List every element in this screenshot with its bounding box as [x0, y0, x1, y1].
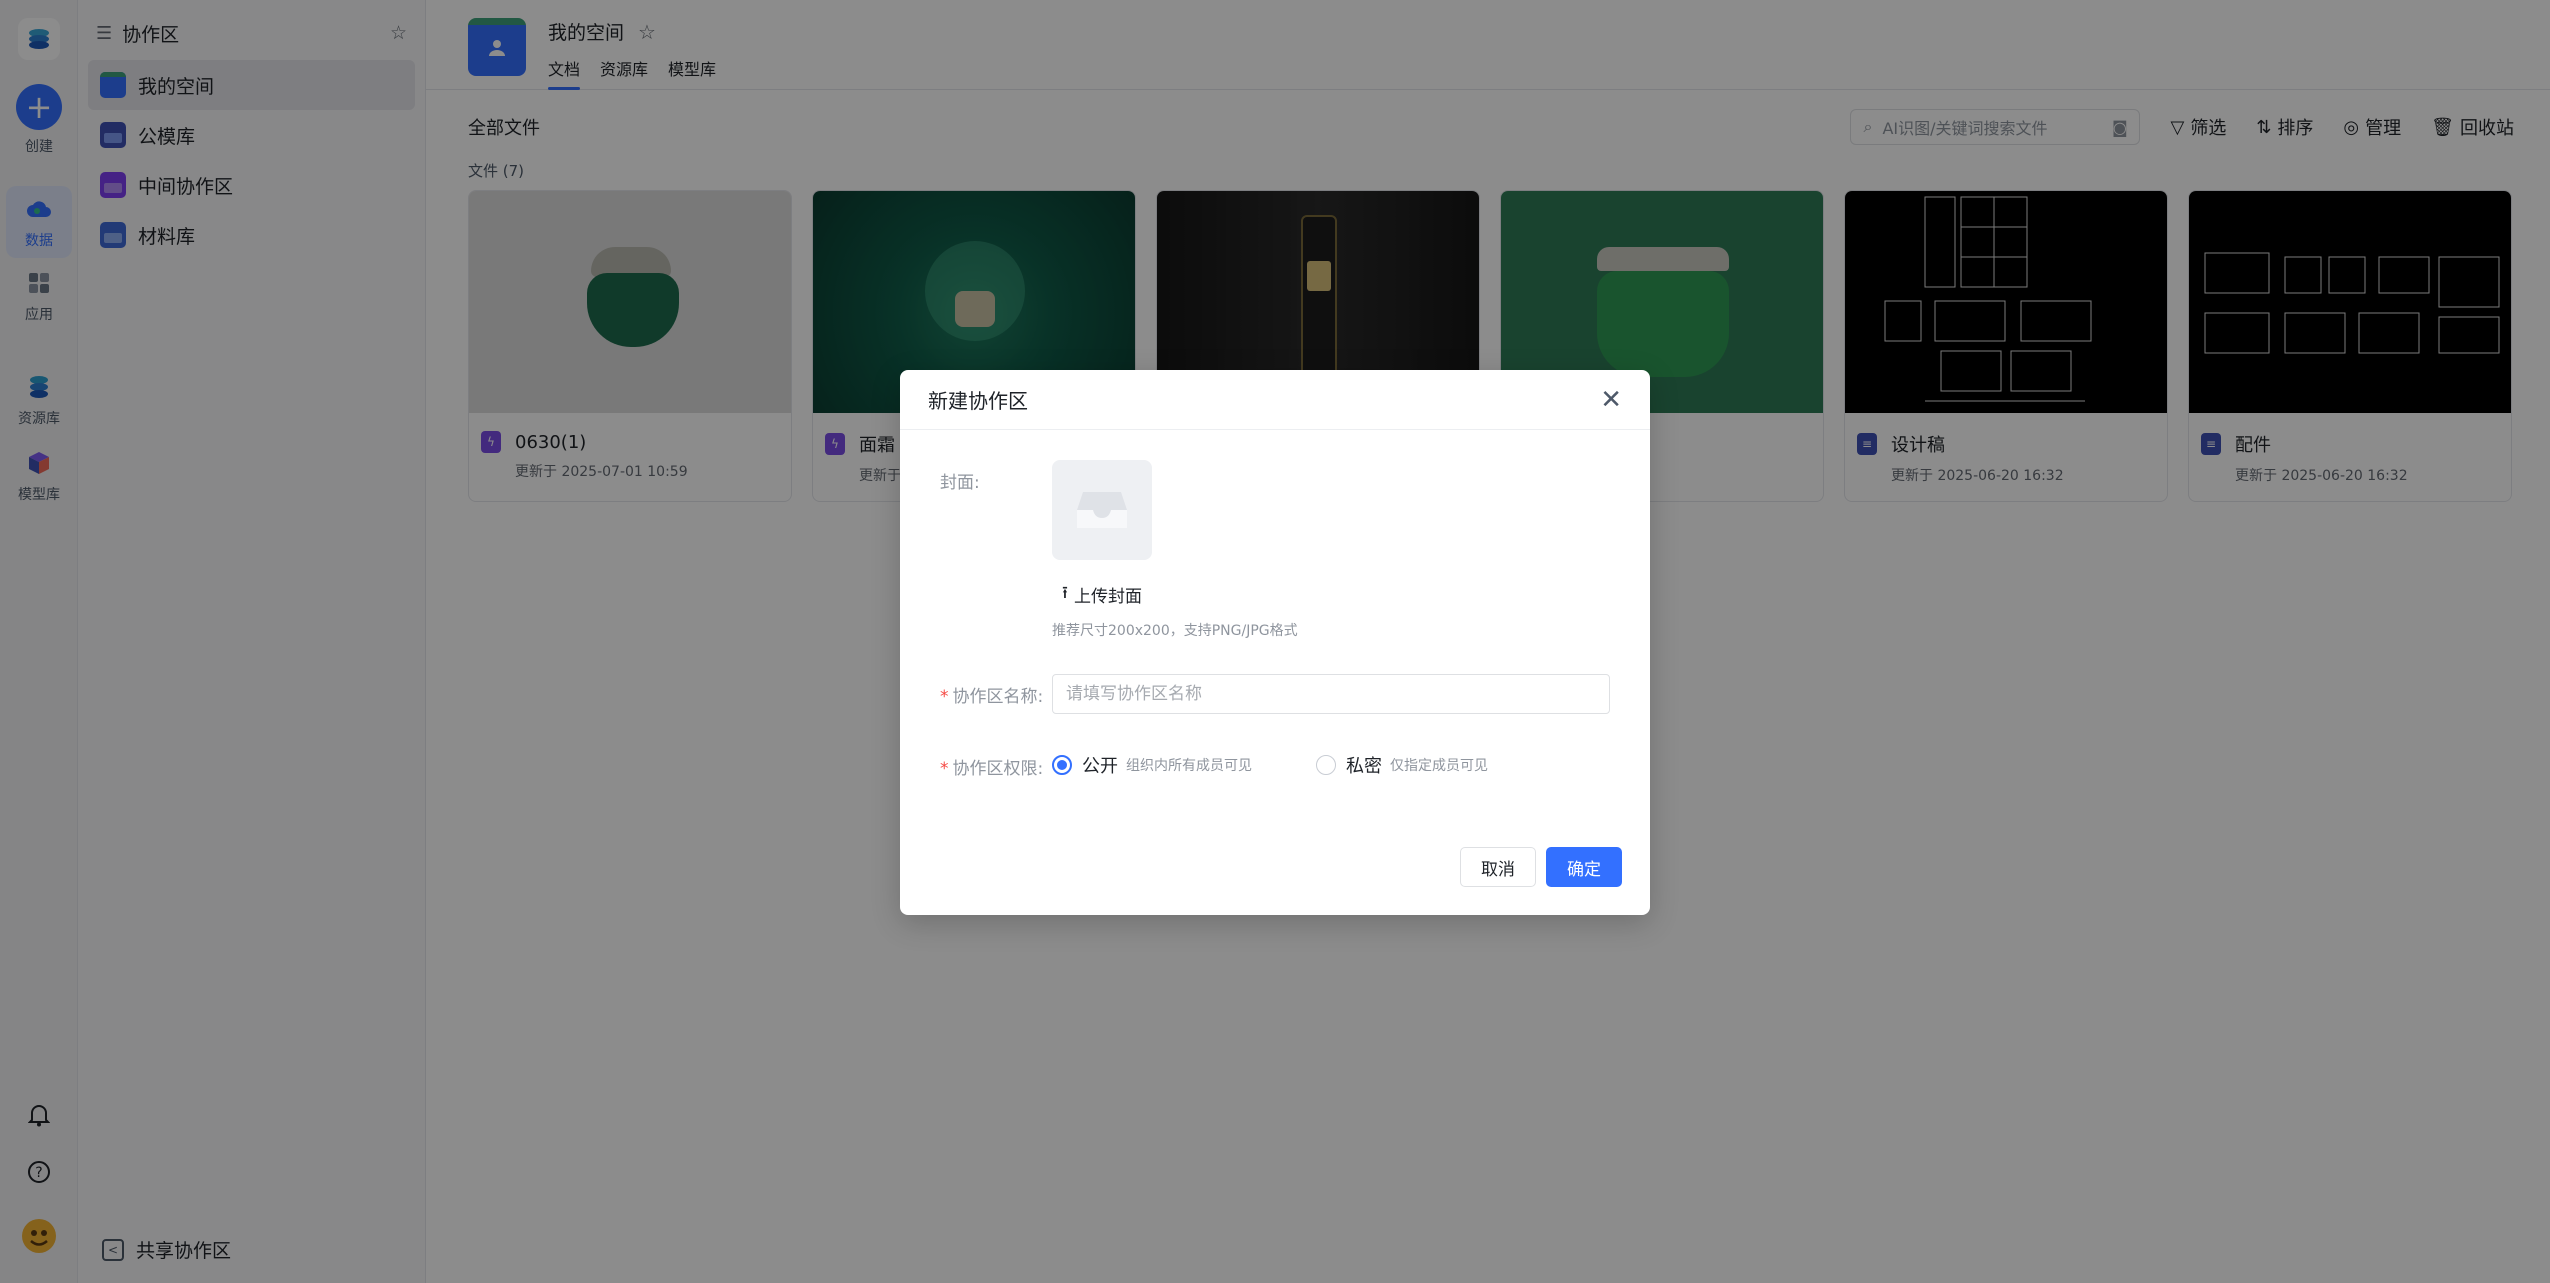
radio-private-circle[interactable] — [1316, 755, 1336, 775]
private-desc: 仅指定成员可见 — [1390, 758, 1488, 774]
radio-public[interactable]: 公开 组织内所有成员可见 — [1052, 752, 1252, 778]
public-desc: 组织内所有成员可见 — [1126, 758, 1252, 774]
public-label: 公开 — [1082, 756, 1118, 777]
radio-public-circle[interactable] — [1052, 755, 1072, 775]
cancel-button[interactable]: 取消 — [1460, 847, 1536, 887]
close-icon[interactable]: ✕ — [1600, 387, 1622, 413]
upload-cover-button[interactable]: ⭱ 上传封面 — [1062, 580, 1142, 609]
inbox-icon — [1077, 492, 1127, 528]
name-label-text: 协作区名称: — [952, 687, 1044, 707]
dialog-header: 新建协作区 ✕ — [900, 370, 1650, 430]
dialog-title: 新建协作区 — [928, 389, 1028, 413]
confirm-button[interactable]: 确定 — [1546, 847, 1622, 887]
name-label: * 协作区名称: — [940, 682, 1043, 707]
collab-name-input[interactable] — [1052, 674, 1610, 714]
permission-label-text: 协作区权限: — [952, 759, 1044, 779]
new-collab-dialog: 新建协作区 ✕ 封面: ⭱ 上传封面 推荐尺寸200x200，支持PNG/JPG… — [900, 370, 1650, 915]
upload-icon: ⭱ — [1062, 583, 1068, 603]
cover-hint: 推荐尺寸200x200，支持PNG/JPG格式 — [1052, 623, 1298, 639]
permission-label: * 协作区权限: — [940, 754, 1043, 779]
radio-private[interactable]: 私密 仅指定成员可见 — [1316, 752, 1488, 778]
required-mark: * — [940, 687, 949, 707]
required-mark: * — [940, 759, 949, 779]
upload-cover-label: 上传封面 — [1073, 587, 1142, 607]
cover-label: 封面: — [940, 473, 980, 493]
cover-upload-box[interactable] — [1052, 460, 1152, 560]
private-label: 私密 — [1346, 756, 1382, 777]
